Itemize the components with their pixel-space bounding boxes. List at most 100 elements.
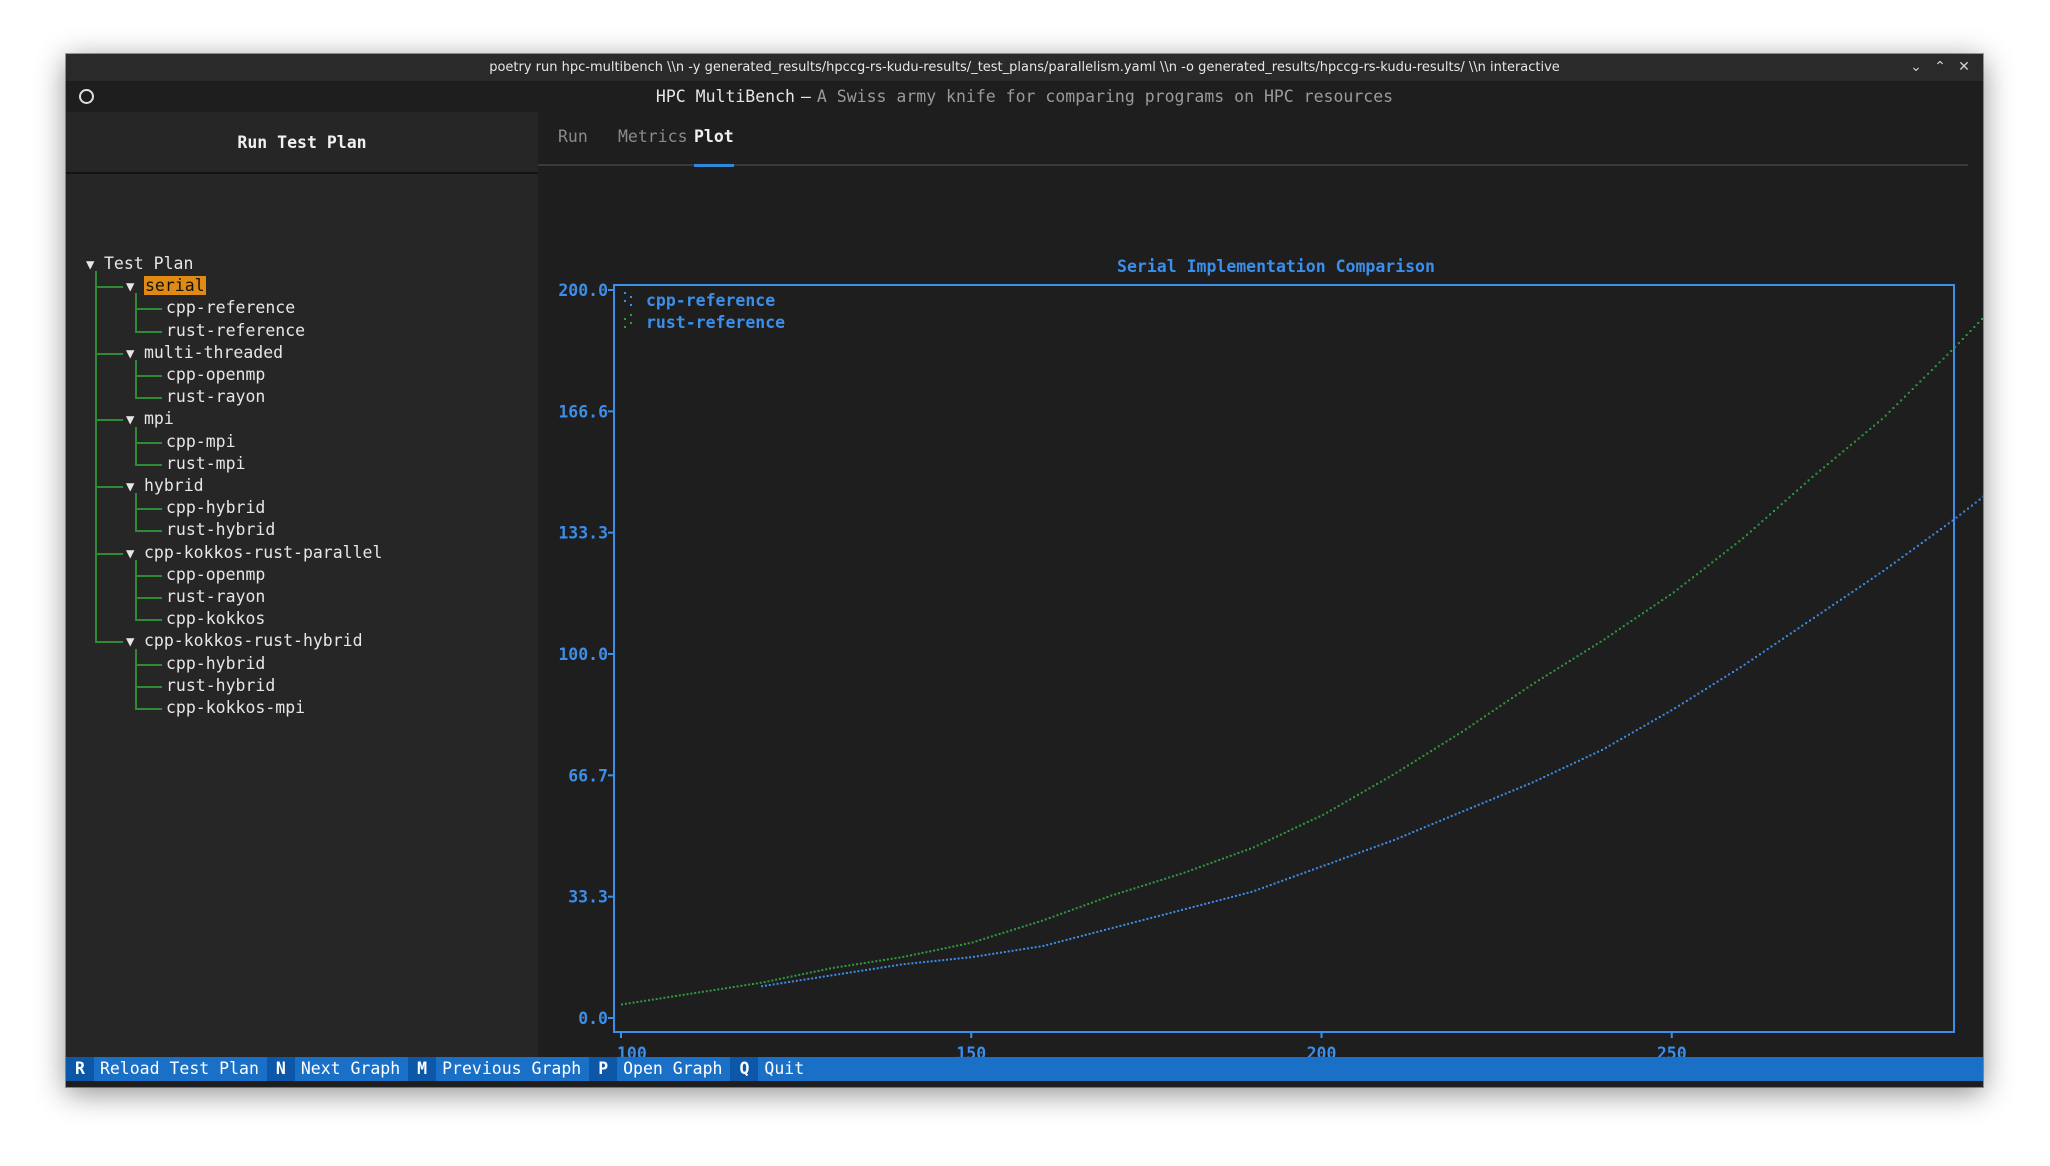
tree-group-cpp-kokkos-rust-hybrid[interactable]: ▼ cpp-kokkos-rust-hybrid [126, 630, 363, 652]
data-point [894, 957, 897, 960]
data-point [1094, 900, 1097, 903]
tree-connector [135, 708, 162, 710]
data-point [1485, 800, 1488, 803]
footer-keybindings: R Reload Test Plan N Next Graph M Previous Gr… [66, 1057, 1983, 1081]
data-point [1589, 754, 1592, 757]
data-point [1464, 728, 1467, 731]
tree-leaf-cpp-openmp[interactable]: cpp-openmp [166, 564, 265, 586]
data-point [1023, 948, 1026, 950]
data-point [1285, 878, 1288, 881]
tree-leaf-rust-rayon[interactable]: rust-rayon [166, 386, 265, 408]
tree-group-cpp-kokkos-rust-parallel[interactable]: ▼ cpp-kokkos-rust-parallel [126, 542, 382, 564]
close-icon[interactable]: ✕ [1955, 58, 1973, 76]
data-point [1973, 326, 1976, 328]
footer-key-n[interactable]: N [266, 1057, 295, 1081]
data-point [1897, 558, 1900, 561]
footer-key-q[interactable]: Q [730, 1057, 759, 1081]
data-point [1508, 791, 1511, 793]
tree-leaf-cpp-reference[interactable]: cpp-reference [166, 297, 295, 319]
data-point [890, 957, 893, 960]
tree-leaf-rust-hybrid[interactable]: rust-hybrid [166, 519, 275, 541]
data-point [763, 981, 766, 984]
tree-group-hybrid[interactable]: ▼ hybrid [126, 475, 204, 497]
data-point [1576, 655, 1579, 658]
data-point [1131, 921, 1133, 924]
data-point [1345, 800, 1348, 803]
tree-root[interactable]: ▼ Test Plan [86, 253, 193, 275]
data-point [1071, 908, 1074, 911]
test-plan-tree[interactable]: ▼ Test Plan ▼ serial cpp-reference rust-refer… [66, 112, 538, 1057]
data-point [1824, 609, 1827, 612]
data-point [1557, 667, 1560, 670]
data-point [1087, 903, 1090, 905]
tree-leaf-rust-rayon[interactable]: rust-rayon [166, 586, 265, 608]
data-point [1427, 824, 1430, 827]
tree-group-mpi[interactable]: ▼ mpi [126, 408, 174, 430]
data-point [765, 984, 767, 987]
data-point [1755, 655, 1758, 658]
tree-leaf-cpp-openmp[interactable]: cpp-openmp [166, 364, 265, 386]
data-point [1607, 635, 1610, 638]
tree-group-label: serial [144, 276, 206, 296]
data-point [1504, 792, 1507, 795]
tree-connector [135, 663, 162, 666]
window-title: poetry run hpc-multibench \\n -y generat… [489, 60, 1560, 75]
data-point [1924, 539, 1927, 542]
tree-connector [135, 619, 162, 622]
tree-leaf-rust-mpi[interactable]: rust-mpi [166, 453, 245, 475]
data-point [1805, 622, 1808, 625]
data-point [782, 977, 785, 980]
maximize-icon[interactable]: ⌃ [1931, 58, 1949, 76]
data-point [1568, 660, 1571, 662]
data-point [1801, 624, 1804, 627]
data-point [1722, 552, 1725, 555]
data-point [1245, 849, 1248, 852]
tree-leaf-rust-reference[interactable]: rust-reference [166, 320, 305, 342]
tree-leaf-cpp-kokkos-mpi[interactable]: cpp-kokkos-mpi [166, 697, 305, 719]
tree-leaf-cpp-kokkos[interactable]: cpp-kokkos [166, 608, 265, 630]
tree-group-multi-threaded[interactable]: ▼ multi-threaded [126, 342, 283, 364]
data-point [1346, 855, 1349, 858]
data-point [1611, 633, 1614, 636]
data-point [1773, 510, 1775, 512]
data-point [1874, 575, 1877, 578]
footer-key-r[interactable]: R [66, 1057, 94, 1081]
data-point [1065, 938, 1068, 941]
data-point [701, 990, 704, 993]
app-header: HPC MultiBench — A Swiss army knife for … [66, 81, 1983, 112]
data-point [898, 956, 901, 959]
tree-connector [95, 641, 123, 644]
data-point [1624, 735, 1627, 738]
footer-action-next-graph[interactable]: Next Graph [295, 1057, 408, 1081]
footer-action-previous-graph[interactable]: Previous Graph [436, 1057, 589, 1081]
data-point [1318, 815, 1321, 818]
data-point [926, 960, 929, 963]
footer-action-open-graph[interactable]: Open Graph [617, 1057, 730, 1081]
data-point [1233, 853, 1236, 856]
footer-action-reload-test-plan[interactable]: Reload Test Plan [94, 1057, 267, 1081]
data-point [1847, 593, 1850, 596]
data-point [1859, 585, 1862, 588]
data-point [1393, 839, 1395, 842]
data-point [1118, 892, 1120, 895]
command-palette-icon[interactable] [79, 89, 94, 104]
data-point [1171, 875, 1174, 878]
footer-action-quit[interactable]: Quit [758, 1057, 812, 1081]
minimize-icon[interactable]: ⌄ [1907, 58, 1925, 76]
legend-dot [624, 318, 626, 320]
data-point [969, 956, 972, 959]
series-cpp-reference [761, 495, 1983, 988]
data-point [1453, 735, 1456, 738]
tree-leaf-cpp-mpi[interactable]: cpp-mpi [166, 431, 236, 453]
data-point [1711, 561, 1714, 564]
data-point [1476, 720, 1479, 723]
data-point [1577, 759, 1580, 762]
tree-leaf-rust-hybrid[interactable]: rust-hybrid [166, 675, 275, 697]
footer-key-p[interactable]: P [589, 1057, 618, 1081]
tree-group-serial[interactable]: ▼ serial [126, 275, 206, 297]
tree-leaf-cpp-hybrid[interactable]: cpp-hybrid [166, 497, 265, 519]
tree-connector [135, 574, 162, 577]
tree-leaf-cpp-hybrid[interactable]: cpp-hybrid [166, 653, 265, 675]
footer-key-m[interactable]: M [408, 1057, 437, 1081]
data-point [815, 976, 817, 979]
